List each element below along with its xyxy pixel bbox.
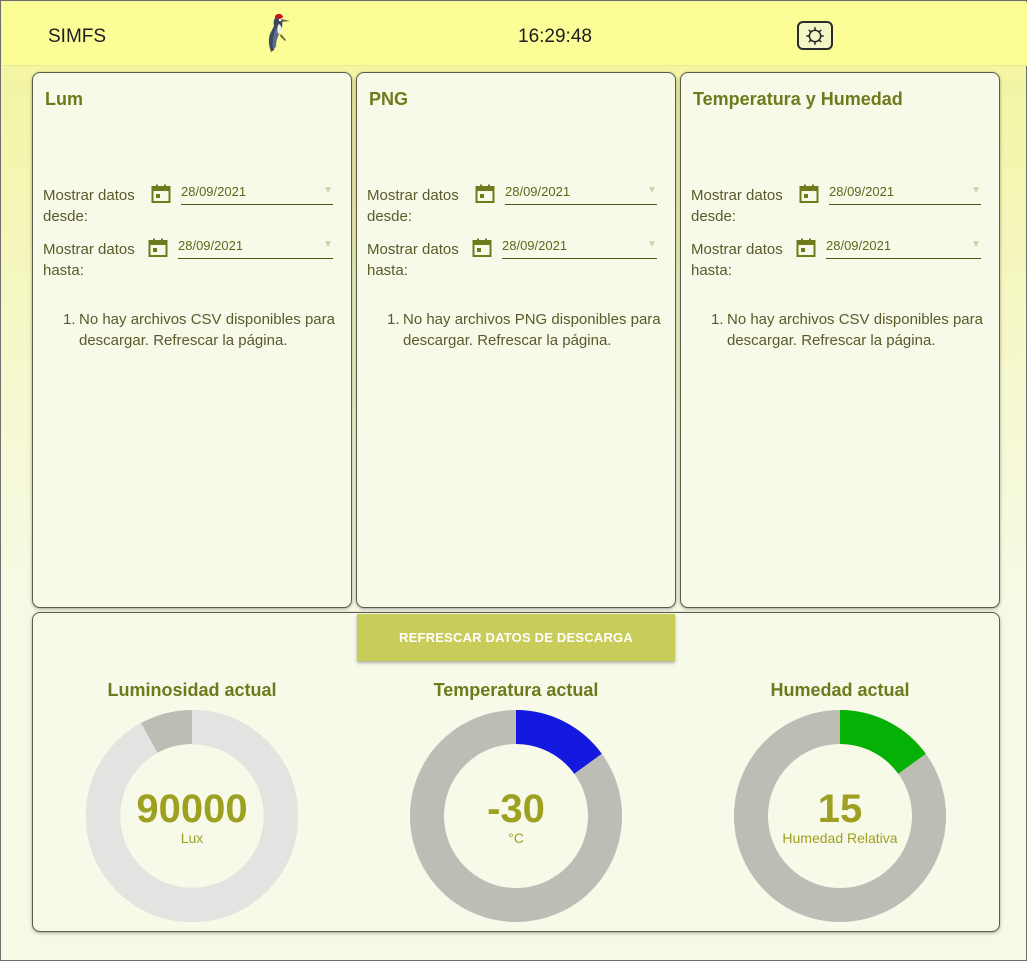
to-date-value: 28/09/2021 (826, 238, 892, 253)
to-date-value: 28/09/2021 (178, 238, 244, 253)
list-number: 1. (63, 311, 76, 328)
gauge-title: Humedad actual (770, 680, 910, 700)
from-date-value: 28/09/2021 (829, 184, 895, 199)
refresh-download-data-button[interactable]: REFRESCAR DATOS DE DESCARGA (357, 614, 675, 661)
card-png: PNG Mostrar datos desde: 28/09/2021 ▼ Mo… (356, 72, 676, 608)
chevron-down-icon: ▼ (647, 239, 657, 250)
to-label: Mostrar datos hasta: (43, 241, 135, 279)
list-number: 1. (711, 311, 724, 328)
from-date-value: 28/09/2021 (505, 184, 571, 199)
current-readings-panel: REFRESCAR DATOS DE DESCARGA Luminosidad … (32, 612, 1000, 932)
gear-icon (806, 26, 824, 45)
card-temp-humidity: Temperatura y Humedad Mostrar datos desd… (680, 72, 1000, 608)
from-label: Mostrar datos desde: (691, 187, 783, 225)
chevron-down-icon: ▼ (971, 185, 981, 196)
settings-button[interactable] (797, 21, 833, 50)
chevron-down-icon: ▼ (323, 239, 333, 250)
chevron-down-icon: ▼ (647, 185, 657, 196)
from-date-field[interactable]: 28/09/2021 ▼ (181, 183, 333, 205)
to-date-field[interactable]: 28/09/2021 ▼ (178, 237, 333, 259)
to-date-value: 28/09/2021 (502, 238, 568, 253)
gauge-humidity: Humedad actual 15 Humedad Relativa (720, 677, 960, 933)
gauge-unit: °C (508, 830, 524, 846)
from-label: Mostrar datos desde: (367, 187, 459, 225)
no-files-message: No hay archivos CSV disponibles para des… (727, 311, 983, 349)
woodpecker-logo (268, 13, 290, 52)
chevron-down-icon: ▼ (971, 239, 981, 250)
chevron-down-icon: ▼ (323, 185, 333, 196)
top-bar: SIMFS 16:29:48 (2, 2, 1027, 66)
card-lum: Lum Mostrar datos desde: 28/09/2021 ▼ Mo… (32, 72, 352, 608)
from-date-field[interactable]: 28/09/2021 ▼ (829, 183, 981, 205)
calendar-icon[interactable] (472, 238, 492, 258)
gauge-title: Temperatura actual (433, 680, 599, 700)
to-date-field[interactable]: 28/09/2021 ▼ (502, 237, 657, 259)
no-files-message: No hay archivos CSV disponibles para des… (79, 311, 335, 349)
app-window: SIMFS 16:29:48 Lum Mostrar datos desde: (0, 0, 1027, 961)
calendar-icon[interactable] (148, 238, 168, 258)
gauge-luminosity: Luminosidad actual 90000 Lux (72, 677, 312, 933)
gauge-value: 90000 (136, 787, 248, 831)
calendar-icon[interactable] (799, 184, 819, 204)
from-date-field[interactable]: 28/09/2021 ▼ (505, 183, 657, 205)
calendar-icon[interactable] (796, 238, 816, 258)
from-label: Mostrar datos desde: (43, 187, 135, 225)
gauge-value: -30 (487, 787, 545, 831)
to-date-field[interactable]: 28/09/2021 ▼ (826, 237, 981, 259)
from-date-value: 28/09/2021 (181, 184, 247, 199)
card-title: Lum (45, 89, 83, 109)
gauge-temperature: Temperatura actual -30 °C (396, 677, 636, 933)
card-title: PNG (369, 89, 409, 109)
calendar-icon[interactable] (151, 184, 171, 204)
card-title: Temperatura y Humedad (693, 89, 903, 109)
to-label: Mostrar datos hasta: (691, 241, 783, 279)
gauge-value: 15 (817, 787, 863, 831)
list-number: 1. (387, 311, 400, 328)
no-files-message: No hay archivos PNG disponibles para des… (403, 311, 661, 349)
gauge-unit: Humedad Relativa (782, 830, 898, 846)
app-title: SIMFS (48, 26, 107, 47)
clock: 16:29:48 (518, 26, 592, 47)
gauge-title: Luminosidad actual (107, 680, 277, 700)
gauge-unit: Lux (180, 830, 204, 846)
calendar-icon[interactable] (475, 184, 495, 204)
to-label: Mostrar datos hasta: (367, 241, 459, 279)
